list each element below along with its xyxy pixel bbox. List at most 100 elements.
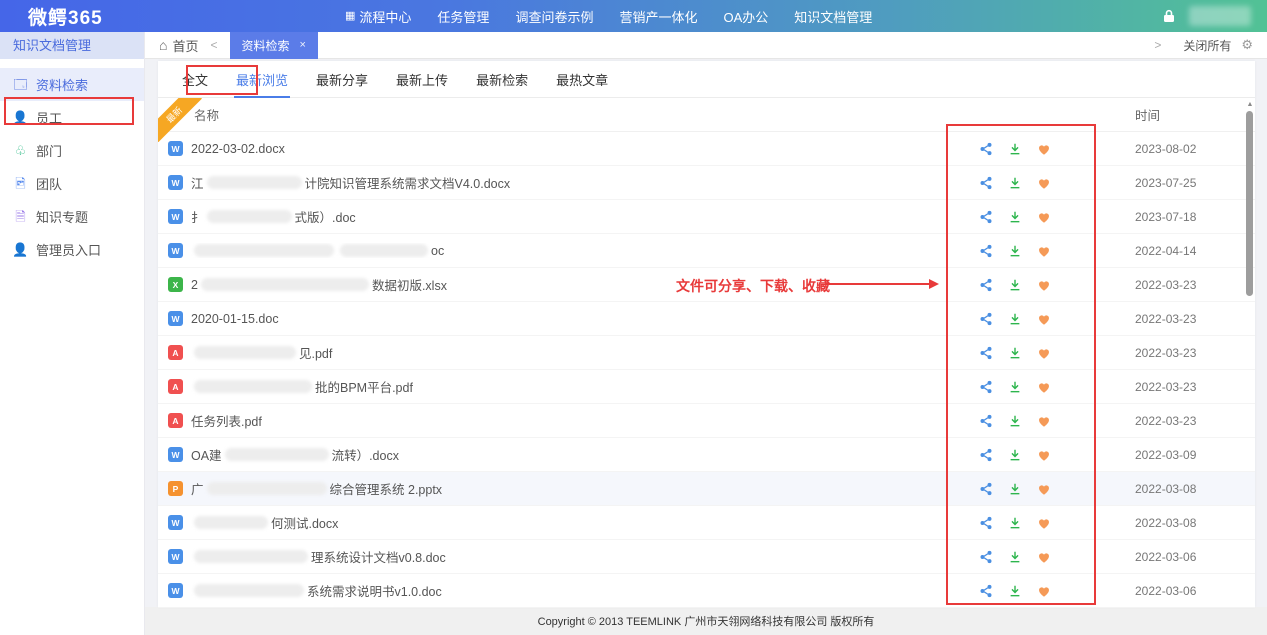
table-row[interactable]: W 扌式版）.doc 2023-07-18 [158,200,1255,234]
table-row[interactable]: A 任务列表.pdf 2022-03-23 [158,404,1255,438]
favorite-heart-icon[interactable] [1037,278,1051,292]
doc-tab-最新检索[interactable]: 最新检索 [474,61,530,98]
file-name-cell[interactable]: X 2数据初版.xlsx [158,275,935,294]
table-row[interactable]: A 见.pdf 2022-03-23 [158,336,1255,370]
footer: Copyright © 2013 TEEMLINK 广州市天翎网络科技有限公司 … [145,607,1267,635]
favorite-heart-icon[interactable] [1037,516,1051,530]
scrollbar[interactable]: ▲ [1246,101,1254,604]
table-row[interactable]: X 2数据初版.xlsx 2022-03-23 [158,268,1255,302]
favorite-heart-icon[interactable] [1037,584,1051,598]
active-page-tab[interactable]: 资料检索 × [230,32,318,59]
download-icon[interactable] [1008,448,1022,462]
favorite-heart-icon[interactable] [1037,244,1051,258]
share-icon[interactable] [979,142,993,156]
user-account-blurred[interactable] [1189,6,1251,26]
download-icon[interactable] [1008,584,1022,598]
download-icon[interactable] [1008,176,1022,190]
table-row[interactable]: P 广综合管理系统 2.pptx 2022-03 [158,472,1255,506]
top-nav-item[interactable]: 调查问卷示例 [515,7,593,26]
download-icon[interactable] [1008,278,1022,292]
file-name-cell[interactable]: W 扌式版）.doc [158,207,935,226]
table-row[interactable]: W 2020-01-15.doc 2022-03 [158,302,1255,336]
share-icon[interactable] [979,482,993,496]
download-icon[interactable] [1008,142,1022,156]
tab-forward-chevron[interactable]: > [1154,38,1161,52]
share-icon[interactable] [979,516,993,530]
share-icon[interactable] [979,176,993,190]
share-icon[interactable] [979,448,993,462]
favorite-heart-icon[interactable] [1037,312,1051,326]
share-icon[interactable] [979,346,993,360]
favorite-heart-icon[interactable] [1037,210,1051,224]
download-icon[interactable] [1008,516,1022,530]
file-name-cell[interactable]: W 系统需求说明书v1.0.doc [158,581,935,600]
table-row[interactable]: W oc 2022-04-14 [158,234,1255,268]
table-row[interactable]: W OA建流转）.docx 2022-03-09 [158,438,1255,472]
sidebar-item-管理员入口[interactable]: 👤 管理员入口 [0,233,144,266]
download-icon[interactable] [1008,482,1022,496]
share-icon[interactable] [979,550,993,564]
sidebar-item-部门[interactable]: ♧ 部门 [0,134,144,167]
doc-tab-最新上传[interactable]: 最新上传 [394,61,450,98]
favorite-heart-icon[interactable] [1037,346,1051,360]
file-name-cell[interactable]: A 任务列表.pdf [158,411,935,430]
file-name-cell[interactable]: W 江计院知识管理系统需求文档V4.0.docx [158,173,935,192]
doc-tab-最热文章[interactable]: 最热文章 [554,61,610,98]
favorite-heart-icon[interactable] [1037,482,1051,496]
share-icon[interactable] [979,380,993,394]
favorite-heart-icon[interactable] [1037,550,1051,564]
sidebar-item-团队[interactable]: 🖻 团队 [0,167,144,200]
file-name-cell[interactable]: P 广综合管理系统 2.pptx [158,479,935,498]
sidebar-item-资料检索[interactable]: 🗔 资料检索 [0,68,144,101]
file-name-cell[interactable]: A 见.pdf [158,343,935,362]
file-name-cell[interactable]: W 理系统设计文档v0.8.doc [158,547,935,566]
download-icon[interactable] [1008,346,1022,360]
file-name-cell[interactable]: W 2022-03-02.docx [158,141,935,156]
file-name-cell[interactable]: W 2020-01-15.doc [158,311,935,326]
download-icon[interactable] [1008,414,1022,428]
file-name-cell[interactable]: W OA建流转）.docx [158,445,935,464]
top-nav-item[interactable]: 任务管理 [437,7,489,26]
table-row[interactable]: W 2022-03-02.docx 2023-0 [158,132,1255,166]
table-row[interactable]: W 何测试.docx 2022-03-08 [158,506,1255,540]
table-row[interactable]: W 系统需求说明书v1.0.doc 2022-0 [158,574,1255,608]
doc-tab-全文[interactable]: 全文 [180,61,210,98]
doc-tab-最新分享[interactable]: 最新分享 [314,61,370,98]
favorite-heart-icon[interactable] [1037,176,1051,190]
file-name-cell[interactable]: A 批的BPM平台.pdf [158,377,935,396]
share-icon[interactable] [979,414,993,428]
download-icon[interactable] [1008,550,1022,564]
table-row[interactable]: W 江计院知识管理系统需求文档V4.0.docx [158,166,1255,200]
tab-back-chevron[interactable]: < [210,38,217,52]
top-nav-item[interactable]: ▦流程中心 [345,7,411,26]
download-icon[interactable] [1008,244,1022,258]
sidebar-item-员工[interactable]: 👤 员工 [0,101,144,134]
close-all-button[interactable]: 关闭所有 [1183,37,1231,54]
home-tab[interactable]: ⌂ 首页 [159,36,198,55]
share-icon[interactable] [979,278,993,292]
file-name-cell[interactable]: W 何测试.docx [158,513,935,532]
share-icon[interactable] [979,312,993,326]
scrollbar-up-arrow[interactable]: ▲ [1246,101,1254,109]
share-icon[interactable] [979,210,993,224]
table-row[interactable]: W 理系统设计文档v0.8.doc 2022-0 [158,540,1255,574]
sidebar-item-知识专题[interactable]: 🗎 知识专题 [0,200,144,233]
favorite-heart-icon[interactable] [1037,380,1051,394]
top-nav-item[interactable]: OA办公 [723,7,768,26]
scrollbar-thumb[interactable] [1246,111,1253,296]
favorite-heart-icon[interactable] [1037,448,1051,462]
file-name-cell[interactable]: W oc [158,243,935,258]
close-tab-icon[interactable]: × [300,39,306,51]
doc-tab-最新浏览[interactable]: 最新浏览 [234,61,290,98]
download-icon[interactable] [1008,210,1022,224]
favorite-heart-icon[interactable] [1037,414,1051,428]
download-icon[interactable] [1008,312,1022,326]
gear-icon[interactable]: ⚙ [1241,37,1253,53]
top-nav-item[interactable]: 营销产一体化 [619,7,697,26]
download-icon[interactable] [1008,380,1022,394]
share-icon[interactable] [979,584,993,598]
share-icon[interactable] [979,244,993,258]
table-row[interactable]: A 批的BPM平台.pdf 2022-03-23 [158,370,1255,404]
top-nav-item[interactable]: 知识文档管理 [794,7,872,26]
favorite-heart-icon[interactable] [1037,142,1051,156]
